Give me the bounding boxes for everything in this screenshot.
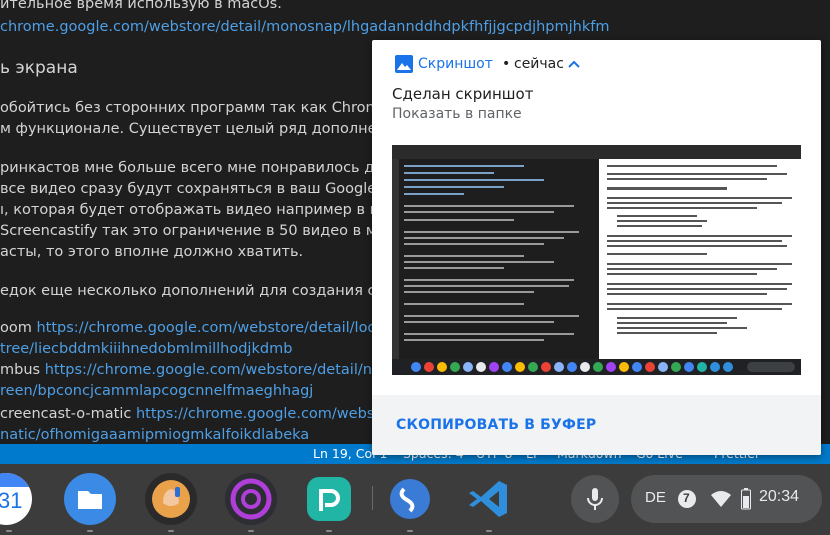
copy-to-clipboard-button[interactable]: СКОПИРОВАТЬ В БУФЕР <box>396 417 596 433</box>
notification-actions: СКОПИРОВАТЬ В БУФЕР <box>372 395 821 455</box>
editor-line: ь экрана <box>0 58 78 78</box>
keep-app-icon[interactable] <box>145 473 197 525</box>
editor-line: chrome.google.com/webstore/detail/monosn… <box>0 19 609 35</box>
editor-line: ринкастов мне больше всего мне понравило… <box>0 160 393 176</box>
notification-title: Сделан скриншот <box>392 85 534 103</box>
system-tray[interactable]: DE 7 20:34 <box>631 475 822 523</box>
files-app-icon[interactable] <box>64 473 116 525</box>
clock: 20:34 <box>759 488 800 505</box>
shelf-divider <box>372 486 373 510</box>
editor-line-text: м функционале. Существует целый ряд допо… <box>0 121 387 137</box>
editor-line-text: обойтись без сторонних программ так как … <box>0 100 389 116</box>
editor-line-text: все видео сразу будут сохраняться в ваш … <box>0 181 377 197</box>
editor-link[interactable]: https://chrome.google.com/webstore/detai… <box>45 362 376 378</box>
editor-line-text: едок еще несколько дополнений для создан… <box>0 283 385 299</box>
vscode-app-icon[interactable] <box>463 473 515 525</box>
editor-line-text: mbus <box>0 362 45 378</box>
editor-line-text: асты, то этого вполне должно хватить. <box>0 244 304 260</box>
editor-line: Screencastify так это ограничение в 50 в… <box>0 223 386 239</box>
pixlr-app-icon[interactable] <box>303 473 355 525</box>
battery-icon <box>741 488 751 510</box>
editor-line: обойтись без сторонних программ так как … <box>0 100 389 116</box>
screenshot-preview[interactable] <box>392 145 801 375</box>
simplenote-app-icon[interactable] <box>384 473 436 525</box>
notification-time: сейчас <box>514 56 564 72</box>
notification-count-badge: 7 <box>678 490 696 508</box>
screenshot-thumbnail <box>392 145 801 375</box>
editor-line-text: ринкастов мне больше всего мне понравило… <box>0 160 393 176</box>
editor-line: creencast-o-matic https://chrome.google.… <box>0 406 403 422</box>
running-indicator <box>486 530 492 532</box>
editor-line: асты, то этого вполне должно хватить. <box>0 244 303 260</box>
wifi-icon <box>711 491 731 507</box>
calendar-app-icon[interactable]: 31 <box>0 473 32 525</box>
folder-icon <box>78 491 102 509</box>
editor-line: все видео сразу будут сохраняться в ваш … <box>0 181 376 197</box>
editor-line: tree/liecbddmkiiihnedobmlmillhodjkdmb <box>0 341 292 357</box>
screenshot-notification[interactable]: Скриншот • сейчас Сделан скриншот Показа… <box>372 40 821 455</box>
p-logo-icon <box>307 477 351 521</box>
show-in-folder-link[interactable]: Показать в папке <box>392 106 522 122</box>
editor-line: ı, которая будет отображать видео наприм… <box>0 202 388 218</box>
microphone-icon <box>587 488 603 510</box>
hand-icon <box>152 480 190 518</box>
chrome-icon <box>230 478 272 520</box>
vscode-icon <box>469 481 507 517</box>
editor-line-text: chrome.google.com/webstore/detail/monosn… <box>0 19 610 35</box>
editor-line: oom https://chrome.google.com/webstore/d… <box>0 320 390 336</box>
editor-line: mbus https://chrome.google.com/webstore/… <box>0 362 376 378</box>
editor-line: natic/ofhomigaaamipmiogmkalfoikdlabeka <box>0 427 309 443</box>
notification-app-name: Скриншот <box>418 56 493 72</box>
editor-link[interactable]: https://chrome.google.com/webstore <box>136 406 404 422</box>
editor-line-text: ı, которая будет отображать видео наприм… <box>0 202 389 218</box>
shelf: 31 DE 7 20:34 <box>0 464 830 535</box>
editor-line: ительное время использую в macOs. <box>0 0 282 12</box>
editor-line-text: natic/ofhomigaaamipmiogmkalfoikdlabeka <box>0 427 310 443</box>
editor-link[interactable]: https://chrome.google.com/webstore/detai… <box>36 320 390 336</box>
assistant-button[interactable] <box>571 475 619 523</box>
notification-count: 7 <box>683 491 690 505</box>
editor-line-text: ительное время использую в macOs. <box>0 0 282 12</box>
running-indicator <box>87 530 93 532</box>
chevron-up-icon[interactable] <box>568 59 580 69</box>
calendar-day: 31 <box>0 488 23 513</box>
editor-line-text: Screencastify так это ограничение в 50 в… <box>0 223 386 239</box>
simplenote-icon <box>390 479 430 519</box>
editor-line-text: reen/bpconcjcammlapcogcnnelfmaeghhagj <box>0 383 314 399</box>
separator-dot: • <box>502 56 511 72</box>
keyboard-layout: DE <box>645 489 666 506</box>
running-indicator <box>6 530 12 532</box>
chrome-canary-icon[interactable] <box>225 473 277 525</box>
editor-line: едок еще несколько дополнений для создан… <box>0 283 384 299</box>
editor-line-text: ь экрана <box>0 58 78 78</box>
editor-line-text: oom <box>0 320 37 336</box>
running-indicator <box>326 530 332 532</box>
editor-line-text: tree/liecbddmkiiihnedobmlmillhodjkdmb <box>0 341 293 357</box>
editor-line: м функционале. Существует целый ряд допо… <box>0 121 386 137</box>
running-indicator <box>407 530 413 532</box>
image-icon <box>395 55 413 73</box>
editor-line: reen/bpconcjcammlapcogcnnelfmaeghhagj <box>0 383 313 399</box>
running-indicator <box>168 530 174 532</box>
running-indicator <box>248 530 254 532</box>
editor-line-text: creencast-o-matic <box>0 406 136 422</box>
